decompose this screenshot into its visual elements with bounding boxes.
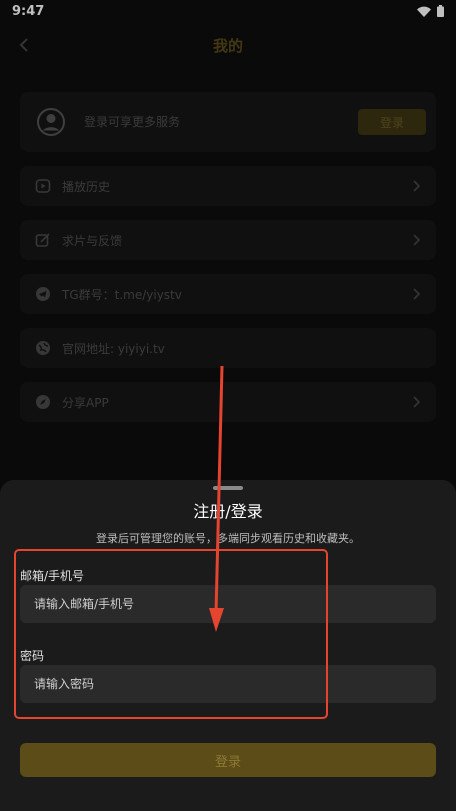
sheet-title: 注册/登录 <box>193 502 263 521</box>
sheet-subtitle: 登录后可管理您的账号，多端同步观看历史和收藏夹。 <box>96 532 360 545</box>
sheet-drag-handle[interactable] <box>213 486 243 490</box>
annotation-highlight-box <box>14 549 328 719</box>
submit-login-button[interactable]: 登录 <box>20 743 436 777</box>
